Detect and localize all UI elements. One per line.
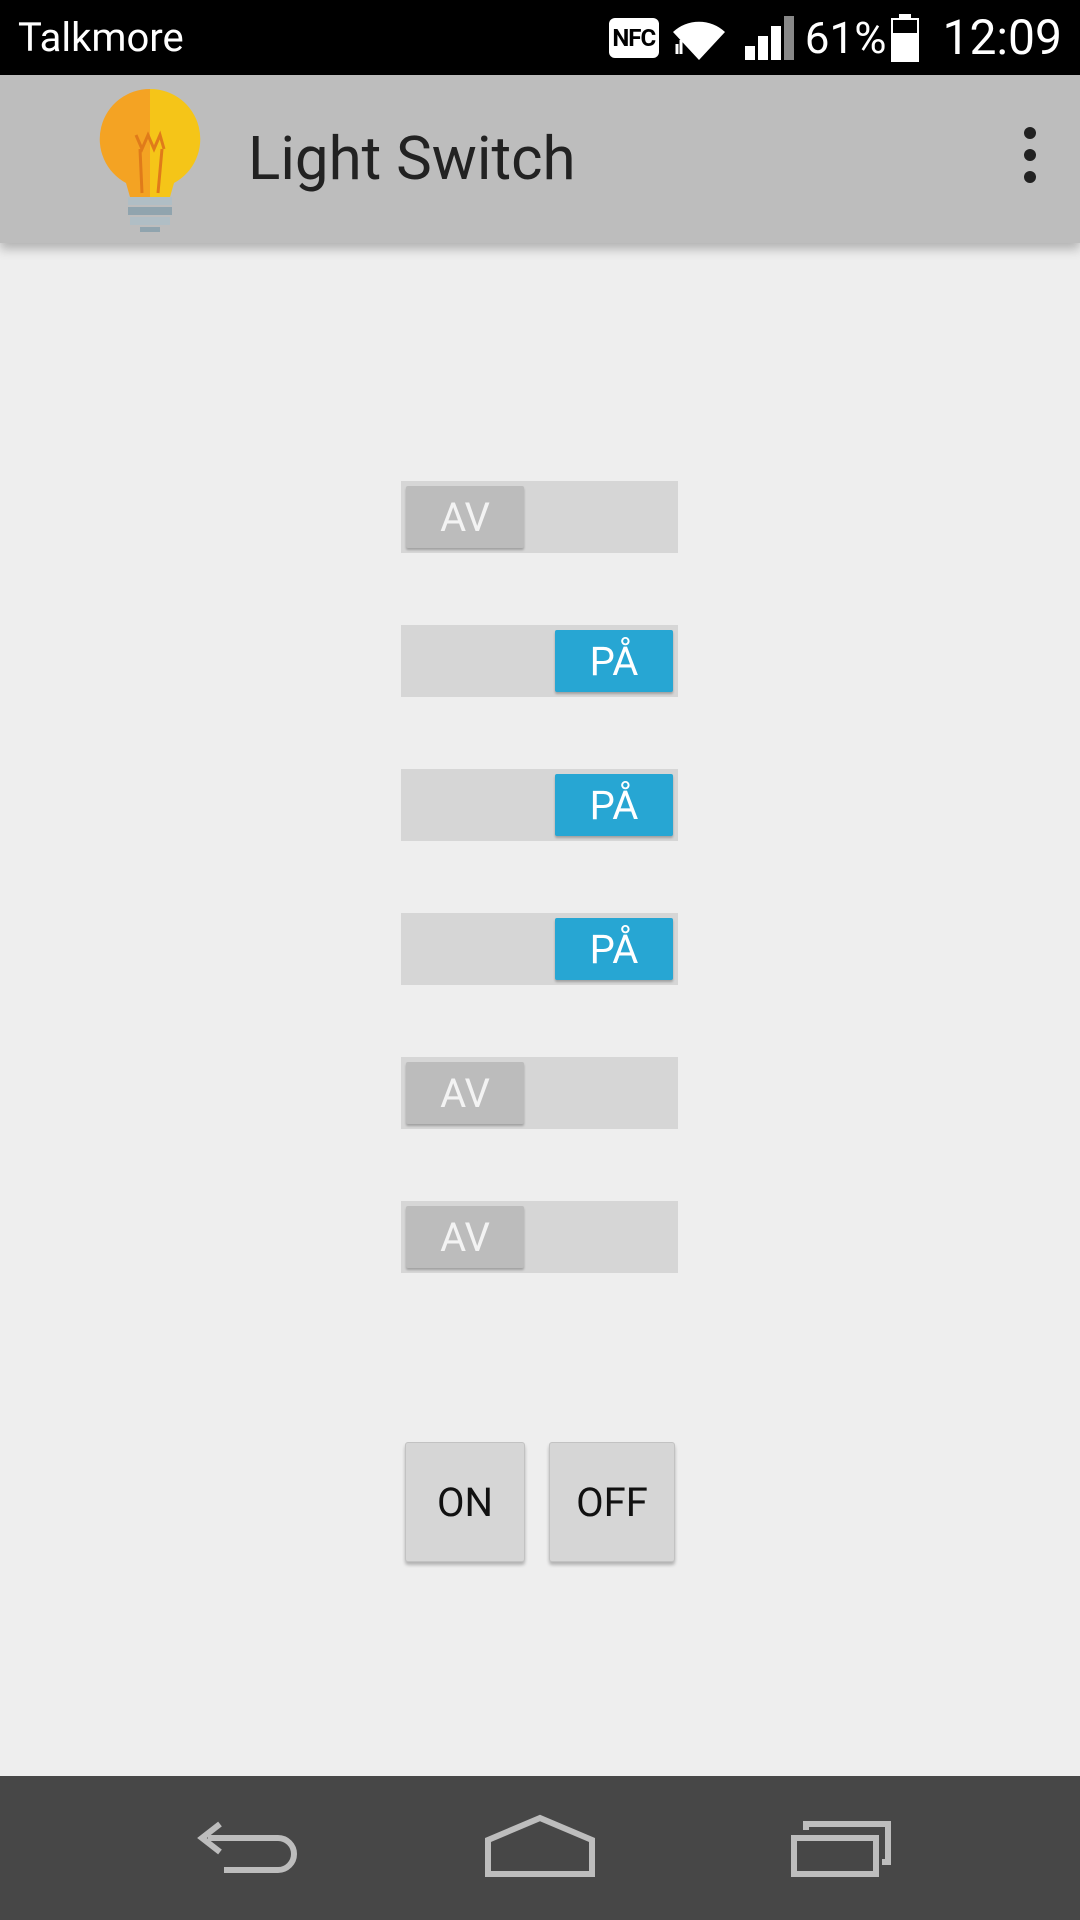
- light-switch-1[interactable]: AV: [401, 481, 678, 553]
- status-bar: Talkmore NFC 61% 12:09: [0, 0, 1080, 75]
- all-off-button[interactable]: OFF: [549, 1442, 675, 1562]
- battery-percent: 61%: [804, 11, 887, 64]
- all-on-button[interactable]: ON: [405, 1442, 525, 1562]
- light-switch-3[interactable]: PÅ: [401, 769, 678, 841]
- nfc-icon: NFC: [608, 17, 659, 58]
- light-switch-6[interactable]: AV: [401, 1201, 678, 1273]
- light-switch-2[interactable]: PÅ: [401, 625, 678, 697]
- light-switch-4[interactable]: PÅ: [401, 913, 678, 985]
- carrier-name: Talkmore: [18, 14, 184, 61]
- lightbulb-icon: [99, 88, 201, 232]
- switch-thumb: PÅ: [555, 774, 673, 836]
- signal-icon: [744, 15, 794, 60]
- overflow-menu-icon[interactable]: [1016, 127, 1044, 191]
- back-icon[interactable]: [180, 1808, 300, 1888]
- switch-thumb: AV: [406, 1062, 524, 1124]
- light-switch-5[interactable]: AV: [401, 1057, 678, 1129]
- action-bar: Light Switch: [0, 75, 1080, 243]
- wifi-icon: [672, 21, 725, 60]
- home-icon[interactable]: [480, 1808, 600, 1888]
- battery-icon: [891, 13, 920, 62]
- switch-thumb: PÅ: [555, 630, 673, 692]
- recents-icon[interactable]: [780, 1808, 900, 1888]
- status-icons: NFC 61% 12:09: [608, 0, 1062, 75]
- app-title: Light Switch: [248, 123, 576, 194]
- switch-thumb: PÅ: [555, 918, 673, 980]
- clock: 12:09: [942, 9, 1062, 66]
- navigation-bar: [0, 1776, 1080, 1920]
- switch-thumb: AV: [406, 1206, 524, 1268]
- switch-thumb: AV: [406, 486, 524, 548]
